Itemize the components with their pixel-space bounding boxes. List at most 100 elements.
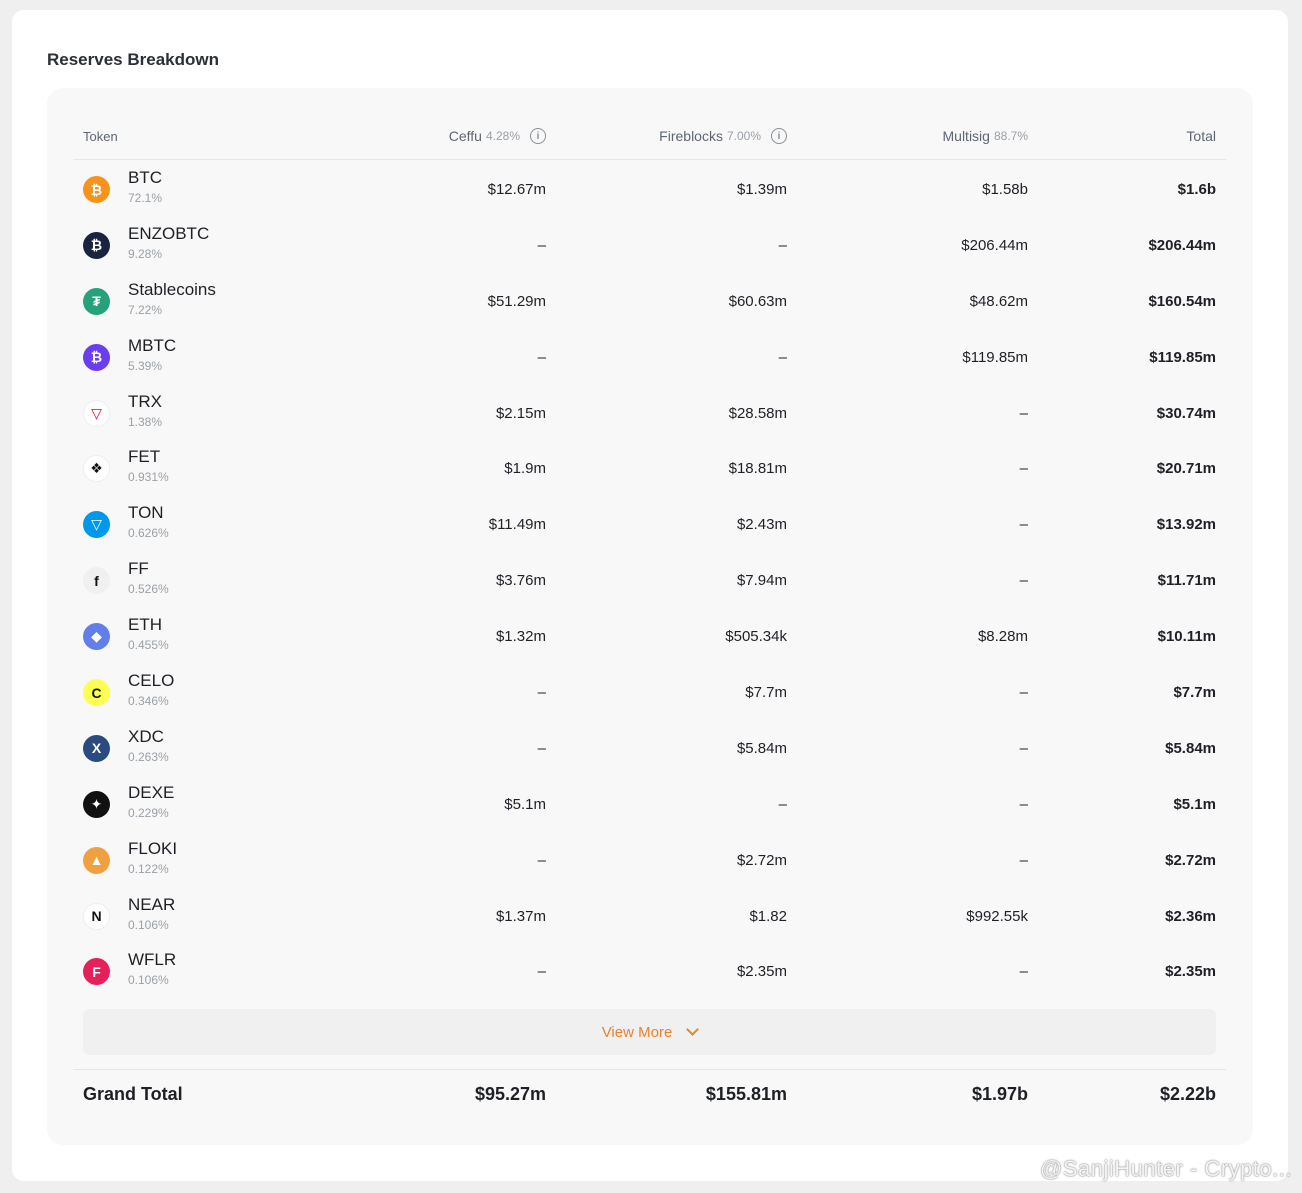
token-name: DEXE (128, 782, 175, 802)
multisig-value: – (1019, 739, 1028, 757)
celo-icon: C (83, 679, 110, 707)
token-share: 0.346% (128, 694, 169, 709)
table-row: N NEAR 0.106% $1.37m $1.82 $992.55k $2.36m (73, 887, 1226, 943)
grand-total-ceffu: $95.27m (474, 1084, 546, 1104)
ceffu-value: $3.76m (495, 572, 546, 590)
multisig-value: – (1019, 516, 1028, 534)
chevron-down-icon (686, 1023, 700, 1036)
header-fireblocks: Fireblocks 7.00% i (659, 128, 787, 144)
token-share: 0.455% (128, 638, 169, 653)
table-row: X XDC 0.263% – $5.84m – $5.84m (73, 719, 1226, 775)
ceffu-value: $1.9m (504, 460, 546, 478)
multisig-value: – (1019, 404, 1028, 422)
token-share: 0.526% (128, 582, 169, 597)
ceffu-value: $51.29m (487, 292, 546, 310)
token-share: 0.263% (128, 749, 169, 764)
token-glyph: ◆ (91, 628, 102, 645)
multisig-value: – (1019, 851, 1028, 869)
token-glyph: ₿ (90, 349, 103, 366)
table-row: ▽ TRX 1.38% $2.15m $28.58m – $30.74m (73, 384, 1226, 440)
total-value: $2.35m (1165, 963, 1216, 981)
token-glyph: ❖ (90, 460, 103, 477)
info-icon[interactable]: i (771, 128, 787, 144)
mbtc-icon: ₿ (83, 343, 110, 371)
table-row: ✦ DEXE 0.229% $5.1m – – $5.1m (73, 775, 1226, 831)
total-value: $30.74m (1156, 404, 1216, 422)
ton-icon: ▽ (83, 511, 110, 539)
total-value: $206.44m (1148, 236, 1216, 254)
multisig-value: – (1019, 963, 1028, 981)
table-row: ❖ FET 0.931% $1.9m $18.81m – $20.71m (73, 439, 1226, 495)
fireblocks-value: $2.43m (736, 516, 787, 534)
ceffu-value: $11.49m (488, 516, 546, 534)
token-name: ETH (128, 615, 162, 635)
total-value: $119.85m (1149, 348, 1216, 366)
flare-icon: F (83, 958, 110, 986)
header-ceffu-label: Ceffu (448, 128, 482, 144)
header-multisig-label: Multisig (942, 128, 990, 144)
token-share: 0.931% (128, 470, 169, 485)
token-share: 9.28% (128, 246, 163, 261)
multisig-value: – (1019, 684, 1028, 702)
multisig-value: $48.62m (969, 292, 1028, 310)
token-name: Stablecoins (128, 279, 216, 299)
multisig-value: $119.85m (962, 348, 1028, 366)
tether-icon: ₮ (83, 287, 110, 315)
grand-total-total: $2.22b (1159, 1084, 1216, 1104)
fireblocks-value: – (778, 236, 787, 254)
token-name: CELO (128, 671, 175, 691)
fireblocks-value: $1.82 (749, 907, 787, 925)
multisig-value: $8.28m (977, 628, 1028, 646)
total-value: $160.54m (1148, 292, 1216, 310)
total-value: $7.7m (1173, 684, 1216, 702)
multisig-value: $992.55k (966, 907, 1028, 925)
total-value: $10.11m (1157, 628, 1216, 646)
total-value: $1.6b (1177, 181, 1216, 198)
fireblocks-value: $505.34k (725, 628, 787, 646)
token-name: XDC (128, 726, 164, 746)
reserves-table: Token Ceffu 4.28% i Fireblocks 7.00% i M… (73, 88, 1226, 1104)
token-share: 0.106% (128, 973, 169, 988)
token-name: FLOKI (128, 838, 178, 858)
table-body: ₿ BTC 72.1% $12.67m $1.39m $1.58b $1.6b ₿ ENZOBT… (73, 160, 1226, 998)
ceffu-value: $2.15m (495, 404, 546, 422)
token-name: WFLR (128, 950, 177, 970)
ceffu-value: $12.67m (487, 181, 546, 198)
token-glyph: ✦ (90, 795, 103, 812)
token-share: 72.1% (128, 191, 163, 205)
header-fireblocks-label: Fireblocks (659, 128, 723, 144)
ceffu-value: – (537, 348, 546, 366)
multisig-value: – (1019, 460, 1028, 478)
fireblocks-value: $18.81m (728, 460, 787, 478)
header-ceffu-pct: 4.28% (485, 129, 520, 143)
table-row: ₿ MBTC 5.39% – – $119.85m $119.85m (73, 328, 1226, 384)
view-more-button[interactable]: View More (83, 1009, 1216, 1055)
token-glyph: N (91, 908, 102, 925)
info-icon[interactable]: i (530, 128, 546, 144)
token-name: NEAR (128, 894, 176, 914)
dexe-icon: ✦ (83, 790, 110, 818)
header-token: Token (83, 129, 118, 144)
token-share: 0.626% (128, 526, 169, 541)
total-value: $13.92m (1156, 516, 1216, 534)
token-glyph: ▲ (89, 852, 104, 869)
ceffu-value: – (537, 963, 546, 981)
table-row: ▲ FLOKI 0.122% – $2.72m – $2.72m (73, 831, 1226, 887)
token-glyph: F (92, 963, 101, 980)
fireblocks-value: – (778, 348, 787, 366)
token-glyph: f (94, 572, 99, 589)
xdc-icon: X (83, 734, 110, 762)
table-row: ₿ BTC 72.1% $12.67m $1.39m $1.58b $1.6b (73, 160, 1226, 216)
token-share: 5.39% (128, 358, 163, 373)
ceffu-value: – (537, 236, 546, 254)
ceffu-value: – (537, 851, 546, 869)
ceffu-value: $1.32m (495, 628, 546, 646)
fireblocks-value: $2.72m (736, 851, 787, 869)
total-value: $20.71m (1156, 460, 1216, 478)
ff-icon: f (83, 567, 110, 595)
table-row: F WFLR 0.106% – $2.35m – $2.35m (73, 942, 1226, 998)
fireblocks-value: $28.58m (728, 404, 787, 422)
header-total: Total (1186, 128, 1216, 144)
view-more-label: View More (601, 1023, 673, 1041)
multisig-value: $1.58b (982, 181, 1028, 198)
